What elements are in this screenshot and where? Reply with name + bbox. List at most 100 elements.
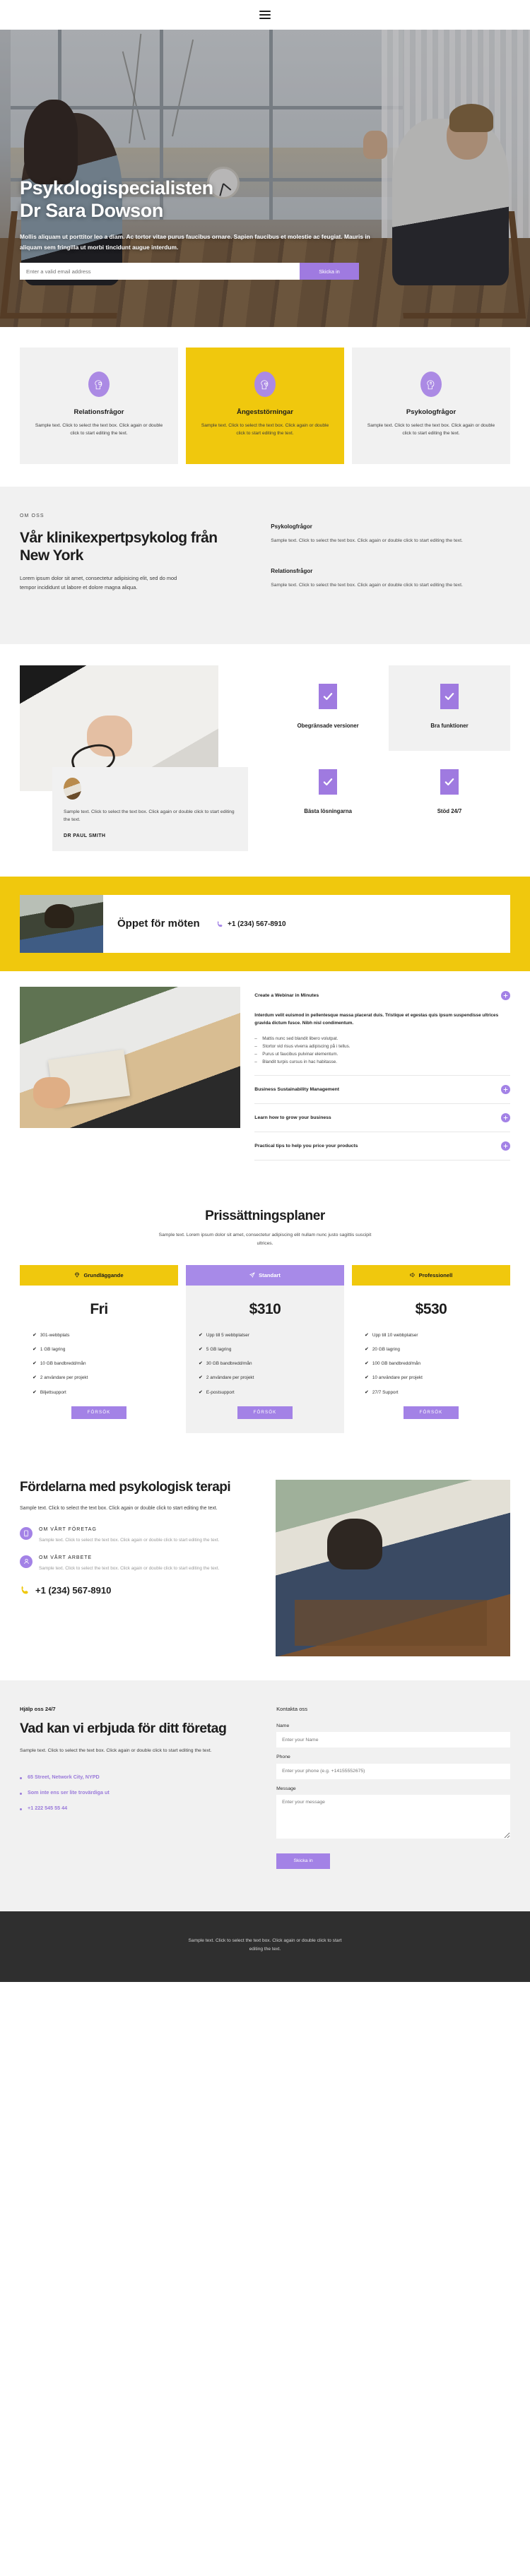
bullet-item: Stortor vid risus viverra adipiscing på … bbox=[254, 1043, 510, 1051]
plan-feature: ✔ 5 GB lagring bbox=[199, 1346, 232, 1352]
plan-badge: Standart bbox=[186, 1264, 344, 1286]
plan-feature: ✔ 2 användare per projekt bbox=[33, 1375, 88, 1381]
feature-label: Stöd 24/7 bbox=[437, 807, 462, 814]
about-item: Relationsfrågor Sample text. Click to se… bbox=[271, 568, 510, 590]
service-card[interactable]: Relationsfrågor Sample text. Click to se… bbox=[20, 348, 178, 465]
benefit-title: OM VÅRT FÖRETAG bbox=[39, 1526, 97, 1532]
plus-icon[interactable] bbox=[501, 1085, 510, 1095]
feature-label: Bra funktioner bbox=[430, 722, 469, 729]
service-desc: Sample text. Click to select the text bo… bbox=[367, 423, 495, 436]
accordion-lead: Interdum velit euismod in pellentesque m… bbox=[254, 1013, 499, 1026]
service-card[interactable]: Psykologfrågor Sample text. Click to sel… bbox=[352, 348, 510, 465]
phone-input[interactable] bbox=[276, 1763, 510, 1779]
plus-icon[interactable] bbox=[501, 991, 510, 1001]
check-glyph: ✔ bbox=[365, 1389, 369, 1395]
check-glyph: ✔ bbox=[199, 1346, 203, 1352]
check-glyph: ✔ bbox=[199, 1389, 203, 1395]
feature-label: Obegränsade versioner bbox=[297, 722, 359, 729]
accordion-item[interactable]: Create a Webinar in Minutes Interdum vel… bbox=[254, 987, 510, 1076]
benefits-phone-link[interactable]: +1 (234) 567-8910 bbox=[20, 1585, 260, 1596]
pricing-card-standard: Standart $310 ✔ Upp till 5 webbplatser ✔ 5… bbox=[186, 1264, 344, 1433]
check-glyph: ✔ bbox=[365, 1332, 369, 1338]
contact-link-phone[interactable]: +1 222 545 55 44 bbox=[20, 1805, 255, 1812]
plan-feature: ✔ 10 användare per projekt bbox=[365, 1375, 423, 1381]
check-glyph: ✔ bbox=[33, 1361, 37, 1366]
writing-notes-photo bbox=[20, 987, 241, 1129]
services-section: Relationsfrågor Sample text. Click to se… bbox=[0, 327, 530, 487]
cta-phone-link[interactable]: +1 (234) 567-8910 bbox=[216, 920, 286, 928]
plan-badge-label: Grundläggande bbox=[83, 1271, 124, 1278]
accordion-item[interactable]: Business Sustainability Management bbox=[254, 1076, 510, 1105]
plan-price: $310 bbox=[249, 1300, 281, 1317]
pricing-section: Prissättningsplaner Sample text. Lorem i… bbox=[0, 1185, 530, 1461]
check-icon bbox=[319, 768, 338, 795]
plan-feature: ✔ 2 användare per projekt bbox=[199, 1375, 254, 1381]
plus-icon[interactable] bbox=[501, 1141, 510, 1151]
service-card[interactable]: Ångeststörningar Sample text. Click to s… bbox=[186, 348, 344, 465]
plan-features: ✔ 301-webbplats ✔ 1 GB lagring ✔ 10 GB band… bbox=[20, 1332, 178, 1396]
check-glyph: ✔ bbox=[199, 1375, 203, 1381]
about-item: Psykologfrågor Sample text. Click to sel… bbox=[271, 523, 510, 545]
about-title: Vår klinikexpertpsykolog från New York bbox=[20, 530, 218, 564]
about-item-title: Psykologfrågor bbox=[271, 523, 312, 530]
plan-feature: ✔ 301-webbplats bbox=[33, 1332, 70, 1338]
benefits-section: Fördelarna med psykologisk terapi Sample… bbox=[0, 1461, 530, 1680]
plan-features: ✔ Upp till 5 webbplatser ✔ 5 GB lagring ✔ 3… bbox=[186, 1332, 344, 1396]
phone-field-group: Phone bbox=[276, 1755, 510, 1779]
plan-cta-button[interactable]: FÖRSÖK bbox=[237, 1406, 293, 1419]
about-section: OM OSS Vår klinikexpertpsykolog från New… bbox=[0, 487, 530, 644]
email-input[interactable] bbox=[20, 263, 300, 280]
feature-cell: Bästa lösningarna bbox=[267, 751, 389, 836]
cta-phone-number: +1 (234) 567-8910 bbox=[228, 920, 286, 928]
contact-link-address[interactable]: 65 Street, Network City, NYPD bbox=[20, 1774, 255, 1781]
about-item-text: Sample text. Click to select the text bo… bbox=[271, 583, 463, 588]
benefit-title: OM VÅRT ARBETE bbox=[39, 1555, 93, 1560]
benefit-text: Sample text. Click to select the text bo… bbox=[39, 1537, 220, 1543]
plan-feature: ✔ 20 GB lagring bbox=[365, 1346, 400, 1352]
phone-label: Phone bbox=[276, 1755, 290, 1760]
testimonial-card: Sample text. Click to select the text bo… bbox=[52, 766, 249, 852]
check-glyph: ✔ bbox=[365, 1361, 369, 1366]
contact-title: Vad kan vi erbjuda för ditt företag bbox=[20, 1720, 227, 1736]
benefit-item: OM VÅRT FÖRETAG Sample text. Click to se… bbox=[20, 1526, 260, 1544]
avatar bbox=[64, 777, 81, 800]
plan-badge-label: Professionell bbox=[418, 1271, 453, 1278]
check-glyph: ✔ bbox=[33, 1389, 37, 1395]
contact-form-title: Kontakta oss bbox=[276, 1705, 308, 1712]
phone-icon bbox=[216, 920, 224, 928]
navbar bbox=[0, 0, 530, 30]
check-glyph: ✔ bbox=[33, 1346, 37, 1352]
hamburger-menu-icon[interactable] bbox=[259, 11, 271, 19]
plan-feature: ✔ 27/7 Support bbox=[365, 1389, 399, 1395]
user-icon bbox=[20, 1555, 33, 1568]
bullet-item: Purus ut faucibus pulvinar elementum. bbox=[254, 1051, 510, 1059]
name-input[interactable] bbox=[276, 1732, 510, 1748]
page-title: Psykologispecialisten Dr Sara Dowson bbox=[20, 177, 510, 222]
check-icon bbox=[440, 768, 459, 795]
plus-icon[interactable] bbox=[501, 1113, 510, 1123]
plan-badge: Professionell bbox=[352, 1264, 510, 1286]
bullet-item: Blandit turpis cursus in hac habitasse. bbox=[254, 1059, 510, 1067]
contact-link-note[interactable]: Som inte ens ser lite trovärdiga ut bbox=[20, 1789, 255, 1797]
testimonial-author: DR PAUL SMITH bbox=[64, 833, 106, 839]
megaphone-icon bbox=[409, 1272, 416, 1278]
hero-submit-button[interactable]: Skicka in bbox=[300, 263, 359, 280]
plan-features: ✔ Upp till 10 webbplatser ✔ 20 GB lagring … bbox=[352, 1332, 510, 1396]
message-label: Message bbox=[276, 1786, 296, 1791]
feature-cell: Stöd 24/7 bbox=[389, 751, 510, 836]
plan-feature: ✔ 10 GB bandbredd/mån bbox=[33, 1361, 86, 1366]
contact-submit-button[interactable]: Skicka in bbox=[276, 1853, 331, 1869]
accordion-item[interactable]: Learn how to grow your business bbox=[254, 1104, 510, 1133]
features-grid: Obegränsade versioner Bra funktioner Bäs… bbox=[267, 665, 510, 836]
accordion-item[interactable]: Practical tips to help you price your pr… bbox=[254, 1132, 510, 1161]
services-grid: Relationsfrågor Sample text. Click to se… bbox=[20, 348, 510, 465]
accordion-bullets: Mattis nunc sed blandit libero volutpat.… bbox=[254, 1035, 510, 1067]
check-glyph: ✔ bbox=[199, 1361, 203, 1366]
hero-section: Psykologispecialisten Dr Sara Dowson Mol… bbox=[0, 30, 530, 327]
plan-cta-button[interactable]: FÖRSÖK bbox=[71, 1406, 126, 1419]
plan-price: Fri bbox=[90, 1300, 108, 1317]
plan-cta-button[interactable]: FÖRSÖK bbox=[404, 1406, 459, 1419]
message-textarea[interactable] bbox=[276, 1794, 510, 1839]
check-glyph: ✔ bbox=[199, 1332, 203, 1338]
page-root: Psykologispecialisten Dr Sara Dowson Mol… bbox=[0, 0, 530, 1982]
